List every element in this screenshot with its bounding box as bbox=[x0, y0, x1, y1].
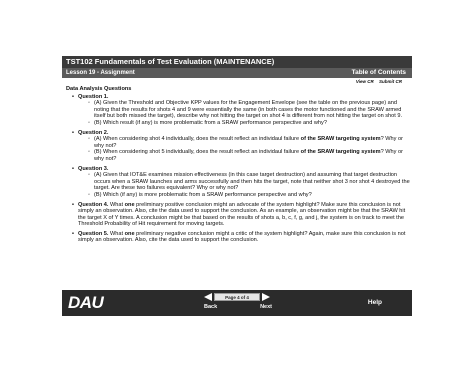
question-4: Question 4. What one preliminary positiv… bbox=[72, 202, 410, 228]
next-button[interactable]: Next bbox=[260, 304, 272, 310]
page-indicator: Page 4 of 4 bbox=[214, 293, 260, 301]
lesson-title: Lesson 19 - Assignment bbox=[66, 70, 135, 76]
question-5: Question 5. What one preliminary negativ… bbox=[72, 231, 410, 244]
question-1b: (B) Which result (if any) is more proble… bbox=[88, 120, 410, 127]
cr-links: View CR Submit CR bbox=[62, 78, 412, 85]
view-cr-link[interactable]: View CR bbox=[356, 79, 374, 84]
question-5-emphasis: one bbox=[124, 230, 135, 237]
question-1: Question 1. (A) Given the Threshold and … bbox=[72, 94, 410, 127]
question-5-text: What bbox=[108, 230, 125, 237]
back-arrow-icon[interactable] bbox=[204, 293, 212, 301]
question-4-title: Question 4. bbox=[78, 201, 109, 208]
question-1-title: Question 1. bbox=[78, 93, 109, 100]
question-5-title: Question 5. bbox=[78, 230, 109, 237]
course-window: TST102 Fundamentals of Test Evaluation (… bbox=[62, 56, 412, 316]
question-2b-emphasis: of the SRAW targeting system bbox=[300, 149, 381, 156]
question-4-emphasis: one bbox=[124, 201, 135, 208]
next-arrow-icon[interactable] bbox=[262, 293, 270, 301]
question-2a: (A) When considering shot 4 individually… bbox=[88, 136, 410, 149]
question-3b: (B) Which (if any) is more problematic f… bbox=[88, 192, 410, 199]
question-3a: (A) Given that IOT&E examines mission ef… bbox=[88, 172, 410, 192]
question-2a-emphasis: of the SRAW targeting system bbox=[300, 136, 381, 143]
question-3-title: Question 3. bbox=[78, 165, 109, 172]
question-2-title: Question 2. bbox=[78, 129, 109, 136]
question-4-text: What bbox=[108, 201, 125, 208]
back-button[interactable]: Back bbox=[204, 304, 217, 310]
section-title: Data Analysis Questions bbox=[66, 86, 132, 92]
question-2b: (B) When considering shot 5 individually… bbox=[88, 149, 410, 162]
pager: Page 4 of 4 Back Next bbox=[198, 293, 276, 313]
navigation-bar: DAU Page 4 of 4 Back Next Help bbox=[62, 290, 412, 316]
lesson-bar: Lesson 19 - Assignment Table of Contents bbox=[62, 68, 412, 78]
table-of-contents-link[interactable]: Table of Contents bbox=[352, 68, 406, 78]
question-1a: (A) Given the Threshold and Objective KP… bbox=[88, 100, 410, 120]
question-2a-text: (A) When considering shot 4 individually… bbox=[94, 136, 301, 143]
submit-cr-link[interactable]: Submit CR bbox=[379, 79, 402, 84]
question-3: Question 3. (A) Given that IOT&E examine… bbox=[72, 166, 410, 199]
course-title: TST102 Fundamentals of Test Evaluation (… bbox=[62, 56, 412, 68]
question-list: Question 1. (A) Given the Threshold and … bbox=[66, 94, 410, 244]
question-2b-text: (B) When considering shot 5 individually… bbox=[94, 149, 301, 156]
assignment-content: Data Analysis Questions Question 1. (A) … bbox=[66, 86, 410, 284]
help-button[interactable]: Help bbox=[368, 299, 382, 306]
question-2: Question 2. (A) When considering shot 4 … bbox=[72, 130, 410, 163]
dau-logo: DAU bbox=[68, 293, 104, 312]
